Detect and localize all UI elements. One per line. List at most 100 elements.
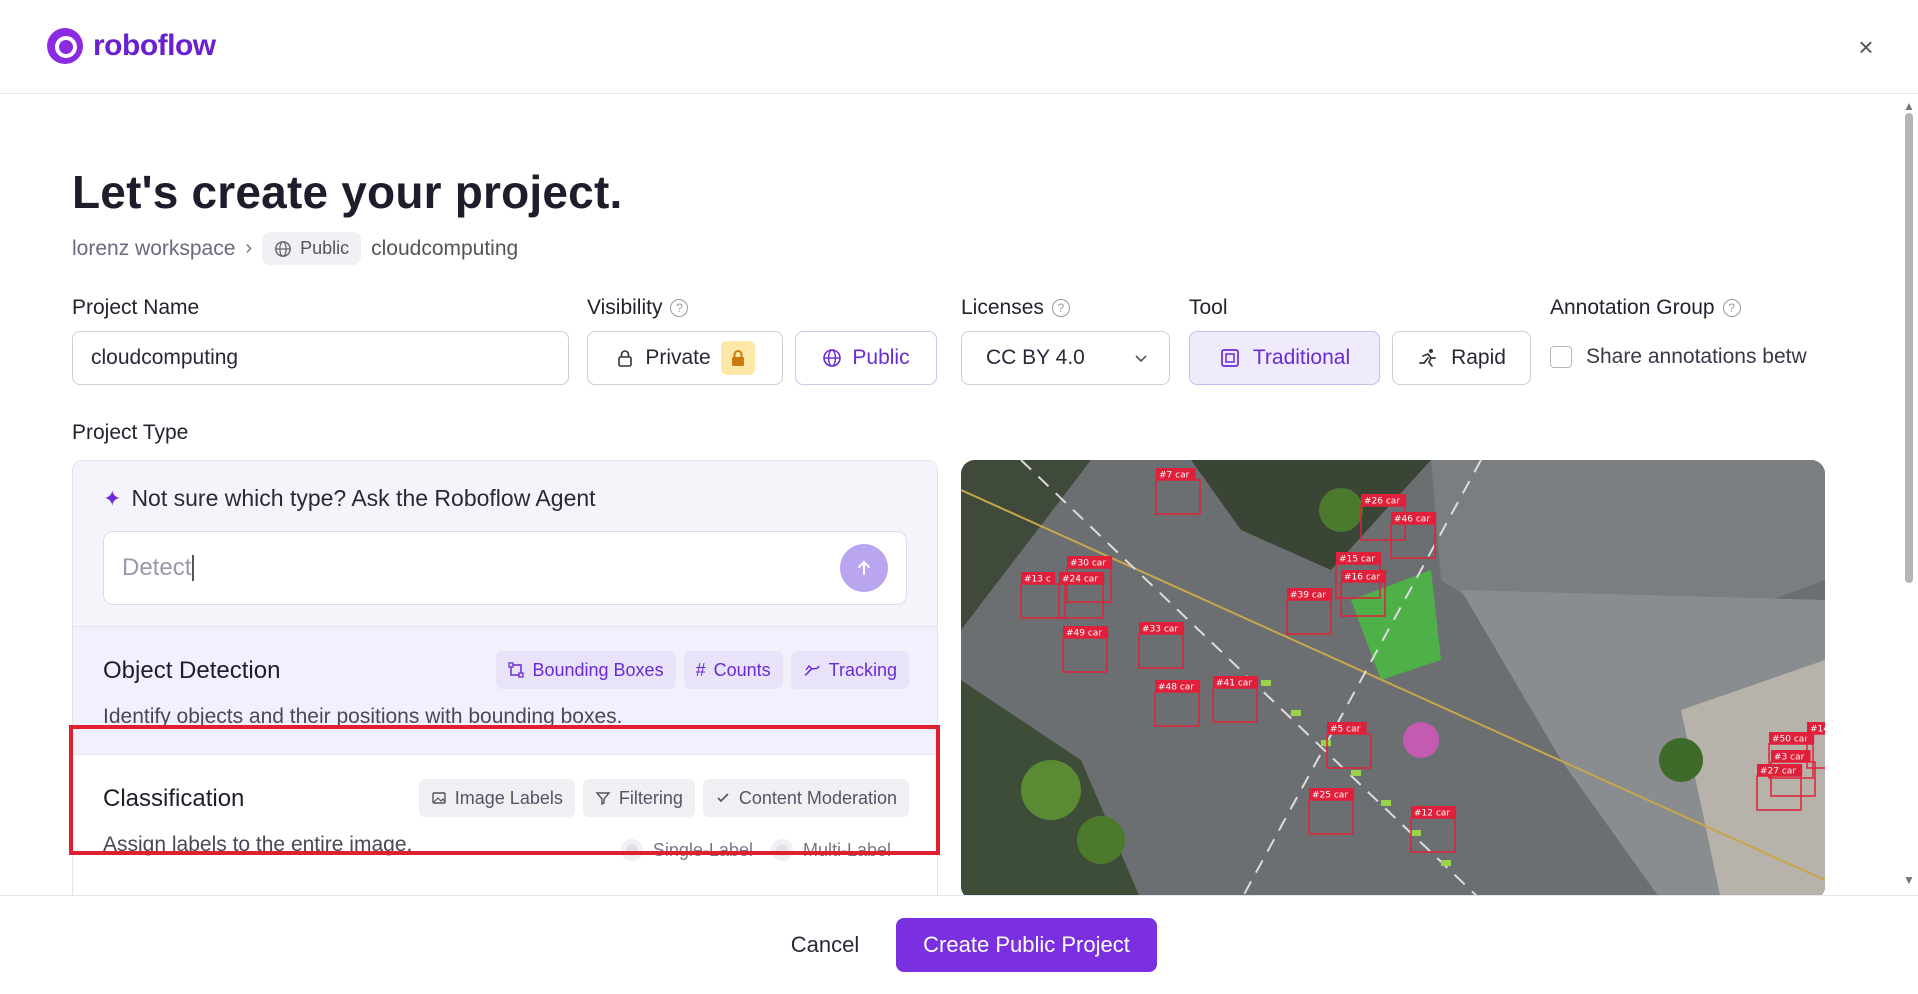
detection-label: #33 car	[1142, 625, 1178, 635]
breadcrumb-workspace[interactable]: lorenz workspace	[72, 237, 235, 261]
agent-title-text: Not sure which type? Ask the Roboflow Ag…	[131, 485, 596, 511]
share-annotations-option[interactable]: Share annotations betw	[1550, 345, 1826, 369]
help-icon[interactable]: ?	[1722, 299, 1741, 317]
detection-label: #39 car	[1290, 591, 1326, 601]
scroll-down-icon[interactable]: ▼	[1903, 873, 1915, 887]
detection-label: #13 c	[1024, 575, 1051, 585]
share-annotations-label: Share annotations betw	[1586, 345, 1807, 368]
type-description: Identify objects and their positions wit…	[103, 705, 623, 728]
project-name-label: Project Name	[72, 296, 199, 320]
detection-label: #15 car	[1339, 555, 1375, 565]
multi-label-radio[interactable]: Multi-Label	[770, 839, 891, 861]
sparkle-icon: ✦	[103, 485, 122, 511]
visibility-label-text: Visibility	[587, 296, 663, 319]
chevron-right-icon: ›	[245, 237, 253, 259]
visibility-public-button[interactable]: Public	[795, 331, 937, 385]
type-description: Assign labels to the entire image.	[103, 833, 413, 856]
logo-text: roboflow	[93, 29, 216, 62]
visibility-private-button[interactable]: Private	[587, 331, 783, 385]
single-label-radio[interactable]: Single-Label	[620, 839, 753, 861]
page-title: Let's create your project.	[72, 166, 623, 218]
visibility-public-label: Public	[852, 346, 910, 369]
tag-label: Content Moderation	[738, 787, 897, 808]
premium-lock-icon	[720, 341, 755, 375]
cancel-button[interactable]: Cancel	[760, 918, 890, 972]
radio-label: Multi-Label	[802, 839, 891, 860]
detection-label: #7 car	[1159, 471, 1190, 481]
scroll-thumb[interactable]	[1905, 113, 1913, 583]
annotate-tool-icon	[1221, 349, 1239, 367]
detection-label: #48 car	[1158, 683, 1194, 693]
agent-input[interactable]: Detect	[103, 531, 907, 605]
close-icon[interactable]: ×	[1854, 34, 1878, 60]
roboflow-logo[interactable]: roboflow	[47, 28, 216, 64]
detection-label: #27 car	[1760, 767, 1796, 777]
globe-icon	[275, 240, 291, 257]
project-name-value: cloudcomputing	[91, 346, 239, 369]
roboflow-logo-icon	[47, 28, 83, 64]
tool-traditional-label: Traditional	[1252, 346, 1351, 369]
classification-options: Single-Label Multi-Label	[620, 839, 891, 861]
detection-label: #14 c	[1810, 725, 1825, 735]
tool-rapid-button[interactable]: Rapid	[1392, 331, 1531, 385]
tag-label: Bounding Boxes	[532, 659, 664, 680]
detection-label: #5 car	[1330, 725, 1361, 735]
breadcrumb: lorenz workspace › Public cloudcomputing	[72, 232, 518, 265]
help-icon[interactable]: ?	[670, 299, 689, 317]
object-detection-option[interactable]: Object Detection Bounding Boxes # Counts…	[73, 626, 937, 754]
tag-label: Filtering	[618, 787, 683, 808]
detection-label: #25 car	[1312, 791, 1348, 801]
footer: Cancel Create Public Project	[0, 895, 1918, 994]
filter-icon	[595, 792, 611, 806]
hash-icon: #	[695, 659, 706, 680]
type-tags: Image Labels Filtering Content Moderatio…	[418, 779, 909, 817]
text-cursor	[192, 555, 195, 581]
create-project-button[interactable]: Create Public Project	[896, 918, 1157, 972]
image-icon	[432, 792, 446, 804]
licenses-label: Licenses?	[961, 296, 1070, 320]
share-annotations-checkbox[interactable]	[1550, 346, 1572, 368]
visibility-pill-label: Public	[300, 238, 350, 258]
agent-input-value: Detect	[122, 554, 192, 581]
license-select[interactable]: CC BY 4.0	[961, 331, 1170, 385]
classification-option[interactable]: Classification Image Labels Filtering Co…	[73, 754, 937, 882]
running-icon	[1419, 349, 1436, 367]
tag-image-labels: Image Labels	[418, 779, 575, 817]
tool-rapid-label: Rapid	[1451, 346, 1506, 369]
tool-label-text: Tool	[1189, 296, 1228, 319]
detection-label: #30 car	[1070, 559, 1106, 569]
tag-label: Counts	[713, 659, 771, 680]
agent-title: ✦ Not sure which type? Ask the Roboflow …	[103, 485, 596, 512]
project-name-input[interactable]: cloudcomputing	[72, 331, 569, 385]
radio-icon	[770, 839, 793, 861]
tag-counts: # Counts	[683, 651, 783, 689]
detection-label: #3 car	[1774, 753, 1805, 763]
tool-traditional-button[interactable]: Traditional	[1189, 331, 1380, 385]
check-icon	[717, 793, 729, 803]
annotation-group-label: Annotation Group?	[1550, 296, 1741, 320]
bounding-box-icon	[508, 662, 525, 678]
type-name: Classification	[103, 785, 245, 812]
lock-icon	[618, 350, 633, 367]
tool-label: Tool	[1189, 296, 1228, 320]
visibility-private-label: Private	[645, 346, 711, 369]
example-preview-image: #7 car #26 car #46 car #30 car #13 c #24 car #…	[961, 460, 1825, 895]
scrollbar[interactable]: ▲ ▼	[1900, 95, 1918, 895]
detection-label: #26 car	[1364, 497, 1400, 507]
licenses-label-text: Licenses	[961, 296, 1044, 319]
annotation-group-label-text: Annotation Group	[1550, 296, 1715, 319]
send-button[interactable]	[840, 544, 888, 592]
detection-label: #16 car	[1344, 573, 1380, 583]
aerial-intersection-illustration: #7 car #26 car #46 car #30 car #13 c #24 car #…	[961, 460, 1825, 895]
tracking-icon	[804, 664, 820, 676]
tag-tracking: Tracking	[790, 651, 909, 689]
detection-label: #50 car	[1772, 735, 1808, 745]
tag-label: Tracking	[828, 659, 897, 680]
scroll-up-icon[interactable]: ▲	[1903, 99, 1915, 113]
help-icon[interactable]: ?	[1051, 299, 1070, 317]
tag-filtering: Filtering	[582, 779, 695, 817]
globe-icon	[823, 349, 842, 367]
project-type-panel: ✦ Not sure which type? Ask the Roboflow …	[72, 460, 938, 895]
main-content: Let's create your project. lorenz worksp…	[0, 95, 1900, 895]
detection-label: #12 car	[1414, 809, 1450, 819]
